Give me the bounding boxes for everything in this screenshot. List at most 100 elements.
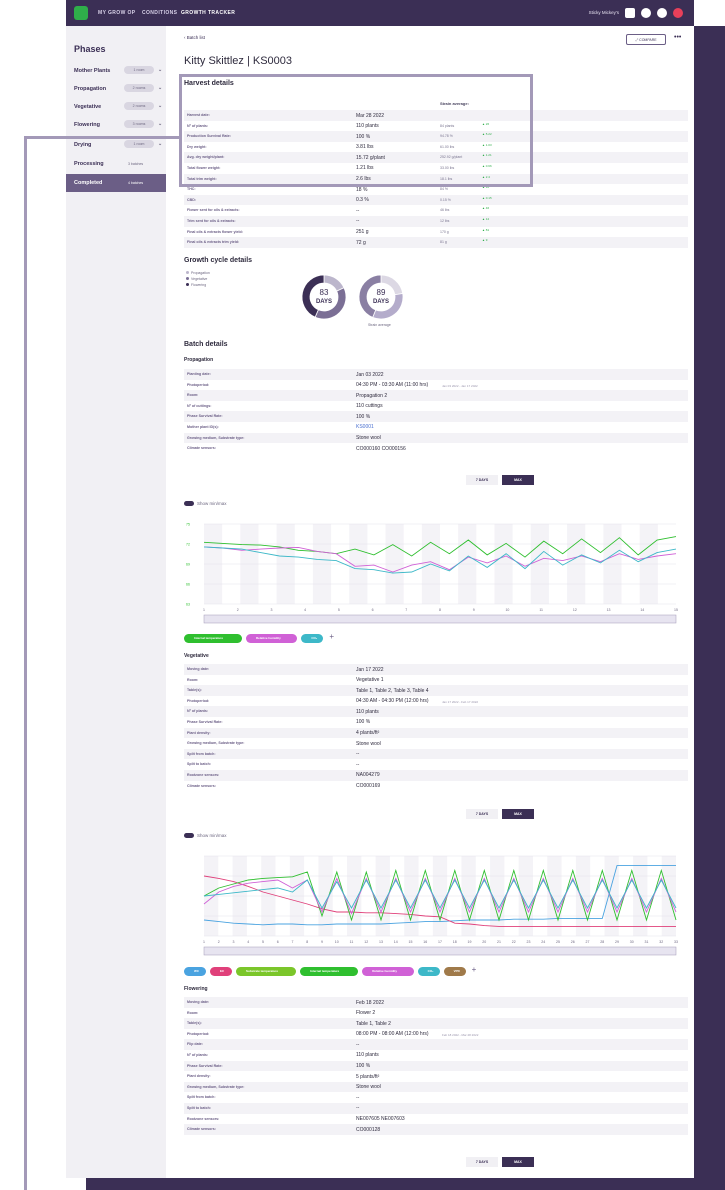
series-chip[interactable]: Relative humidity xyxy=(246,634,298,643)
series-chip[interactable]: Substrate temperature xyxy=(236,967,297,976)
range-7-days-button[interactable]: 7 DAYS xyxy=(466,475,498,485)
series-chip[interactable]: EC xyxy=(210,967,232,976)
table-row: Room: Flower 2 xyxy=(184,1008,688,1019)
row-date-range: Feb 18 2022 - Mar 28 2022 xyxy=(442,1032,479,1037)
row-label: Flower sent for oils & extracts: xyxy=(187,208,240,213)
sidebar-item-vegetative[interactable]: Vegetative 2 rooms ⌄ xyxy=(66,98,166,116)
range-max-button[interactable]: MAX xyxy=(502,809,534,819)
row-value: -- xyxy=(356,1041,360,1048)
chart-range-scrubber[interactable] xyxy=(203,946,677,956)
row-value: Jan 17 2022 xyxy=(356,666,384,673)
x-tick-label: 22 xyxy=(512,940,516,944)
series-chip[interactable]: Internal temperature xyxy=(300,967,359,976)
sidebar-item-propagation[interactable]: Propagation 2 rooms ⌄ xyxy=(66,80,166,98)
show-min-max-toggle[interactable]: Show min/max xyxy=(184,833,227,839)
chevron-down-icon: ⌄ xyxy=(158,85,163,91)
sidebar-item-completed[interactable]: Completed 4 batches xyxy=(66,174,166,192)
y-tick-label: 69 xyxy=(186,563,190,567)
series-chip[interactable]: Internal temperature xyxy=(184,634,242,643)
account-icon[interactable] xyxy=(641,8,651,18)
help-icon[interactable] xyxy=(657,8,667,18)
more-options-icon[interactable]: ••• xyxy=(674,34,681,41)
table-row: Phase Survival Rate: 100 % xyxy=(184,411,688,422)
row-label: Nº of plants: xyxy=(187,1052,209,1057)
x-tick-label: 8 xyxy=(306,940,308,944)
compare-button[interactable]: ⤢ COMPARE xyxy=(626,34,666,45)
x-tick-label: 6 xyxy=(277,940,279,944)
series-chip[interactable]: CO₂ xyxy=(301,634,324,643)
table-row: Photoperiod: 08:00 PM - 08:00 AM (12:00 h… xyxy=(184,1029,688,1040)
table-row: Phase Survival Rate: 100 % xyxy=(184,1060,688,1072)
row-value: 251 g xyxy=(356,229,369,236)
table-row: Photoperiod: 04:30 PM - 03:30 AM (11:00 h… xyxy=(184,380,688,391)
notification-bell-icon[interactable] xyxy=(673,8,683,18)
row-delta: ▲ 0.15 xyxy=(482,195,492,200)
nav-conditions[interactable]: CONDITIONS xyxy=(142,10,177,16)
row-strain-average: 81 g xyxy=(440,240,447,245)
user-name[interactable]: Sticky Mickey's xyxy=(589,10,619,15)
x-tick-label: 9 xyxy=(473,608,475,612)
x-tick-label: 2 xyxy=(218,940,220,944)
nav-my-grow-op[interactable]: MY GROW OP xyxy=(98,10,136,16)
row-value: Table 1, Table 2, Table 3, Table 4 xyxy=(356,687,429,694)
strain-average-caption: Strain average xyxy=(368,323,391,327)
row-value: Table 1, Table 2 xyxy=(356,1020,391,1027)
table-row: CBD: 0.3 % 0.15 % ▲ 0.15 xyxy=(184,194,688,206)
row-value: -- xyxy=(356,1105,360,1112)
range-7-days-button[interactable]: 7 DAYS xyxy=(466,809,498,819)
add-series-icon[interactable]: + xyxy=(472,965,477,974)
table-row: Climate sensors: CO000160 CO000156 xyxy=(184,443,688,454)
series-chip[interactable]: Relative humidity xyxy=(362,967,414,976)
sidebar-item-flowering[interactable]: Flowering 3 rooms ⌄ xyxy=(66,116,166,134)
row-value: 72 g xyxy=(356,239,366,246)
table-row: Split from batch: -- xyxy=(184,748,688,760)
table-row: Photoperiod: 04:30 AM - 04:30 PM (12:00 h… xyxy=(184,696,688,707)
row-label: Photoperiod: xyxy=(187,382,210,387)
row-delta: ▲ 46 xyxy=(482,206,490,211)
row-label: Photoperiod: xyxy=(187,698,210,703)
x-tick-label: 21 xyxy=(497,940,501,944)
x-tick-label: 13 xyxy=(379,940,383,944)
x-tick-label: 27 xyxy=(586,940,590,944)
table-row: Table(s): Table 1, Table 2 xyxy=(184,1018,688,1029)
x-tick-label: 31 xyxy=(645,940,649,944)
x-tick-label: 14 xyxy=(640,608,644,612)
x-tick-label: 7 xyxy=(292,940,294,944)
row-value: 110 cuttings xyxy=(356,403,383,410)
table-row: Moving date: Feb 18 2022 xyxy=(184,997,688,1008)
row-value: 100 % xyxy=(356,1063,371,1070)
x-tick-label: 10 xyxy=(335,940,339,944)
chart-range-scrubber[interactable] xyxy=(203,614,677,624)
range-7-days-button[interactable]: 7 DAYS xyxy=(466,1157,498,1167)
row-value[interactable]: KS0001 xyxy=(356,424,374,430)
row-value: 110 plants xyxy=(356,708,379,715)
row-label: Flip date: xyxy=(187,1042,203,1047)
sidebar-item-mother-plants[interactable]: Mother Plants 1 room ⌄ xyxy=(66,62,166,80)
row-label: Phase Survival Rate: xyxy=(187,719,223,724)
app-logo[interactable] xyxy=(74,6,88,20)
add-series-icon[interactable]: + xyxy=(329,632,334,641)
row-delta: ▲ 81 xyxy=(482,227,490,232)
vegetative-sensor-chart[interactable]: 1 2 3 4 5 6 7 8 9 10 11 12 13 14 15 16 17 18 19 20 21 22 23 24 2… xyxy=(184,848,688,960)
series-chip[interactable]: WC xyxy=(184,967,206,976)
row-label: Split from batch: xyxy=(187,751,216,756)
series-chip[interactable]: CO₂ xyxy=(417,967,440,976)
range-max-button[interactable]: MAX xyxy=(502,475,534,485)
table-row: Split to batch: -- xyxy=(184,1102,688,1114)
donut2-days: 89 xyxy=(377,288,386,297)
show-min-max-toggle[interactable]: Show min/max xyxy=(184,501,227,507)
row-label: Final oils & extracts trim yield: xyxy=(187,240,240,245)
propagation-climate-chart[interactable]: 1 2 3 4 5 6 7 8 9 10 11 12 13 14 157572696663 xyxy=(184,516,688,628)
donut-segment xyxy=(372,293,404,320)
sidebar-item-processing[interactable]: Processing 3 batches xyxy=(66,155,166,173)
x-tick-label: 7 xyxy=(405,608,407,612)
chevron-down-icon: ⌄ xyxy=(158,121,163,127)
range-max-button[interactable]: MAX xyxy=(502,1157,534,1167)
back-to-batch-list-link[interactable]: ‹ Batch list xyxy=(184,35,205,40)
row-value: Stone wool xyxy=(356,1084,381,1091)
series-chip[interactable]: VPD xyxy=(443,967,466,976)
table-row: Growing medium, Substrate type: Stone woo… xyxy=(184,738,688,749)
row-label: Split to batch: xyxy=(187,762,211,767)
camera-icon[interactable] xyxy=(625,8,635,18)
nav-growth-tracker[interactable]: GROWTH TRACKER xyxy=(181,10,235,16)
